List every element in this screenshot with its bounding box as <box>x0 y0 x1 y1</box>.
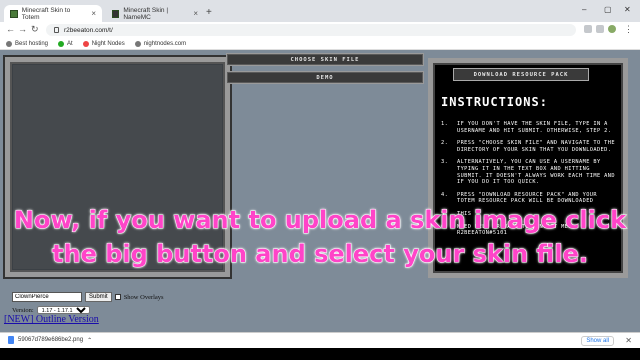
close-tab-icon[interactable]: × <box>91 9 96 18</box>
bookmark-label: Best hosting <box>15 40 49 47</box>
download-resource-pack-button[interactable]: DOWNLOAD RESOURCE PACK <box>453 68 589 81</box>
instruction-number: 3. <box>441 159 449 166</box>
close-download-bar-icon[interactable]: ✕ <box>625 336 632 345</box>
globe-icon <box>134 40 141 47</box>
bookmark-best-hosting[interactable]: Best hosting <box>6 40 49 47</box>
caption-line: the big button and select your skin file… <box>52 240 589 269</box>
instruction-number: 2. <box>441 140 449 147</box>
version-select[interactable]: 1.17 - 1.17.1 <box>36 306 90 314</box>
close-window-icon[interactable]: ✕ <box>624 5 631 14</box>
instruction-text: IF YOU DON'T HAVE THE SKIN FILE, TYPE IN… <box>457 121 612 134</box>
close-tab-icon[interactable]: × <box>193 9 198 18</box>
profile-avatar[interactable] <box>608 25 616 33</box>
address-bar[interactable]: r2beeaton.com/t/ <box>46 24 576 36</box>
video-caption: Now, if you want to upload a skin image … <box>0 203 640 271</box>
download-bar: 59067d789e686be2.png ⌃ Show all ✕ <box>0 332 640 348</box>
bookmark-nightnodes-com[interactable]: nightnodes.com <box>134 40 187 47</box>
bookmark-label: Night Nodes <box>91 40 125 47</box>
instruction-item: 3. ALTERNATIVELY, YOU CAN USE A USERNAME… <box>441 159 617 185</box>
show-overlays-checkbox[interactable] <box>114 294 121 300</box>
show-all-button[interactable]: Show all <box>581 336 614 346</box>
bookmark-night-nodes[interactable]: Night Nodes <box>82 40 125 47</box>
version-label: Version: <box>12 306 34 314</box>
instructions-title: INSTRUCTIONS: <box>441 95 548 109</box>
minecraft-favicon-icon <box>10 9 18 18</box>
globe-icon <box>82 40 89 47</box>
bookmarks-bar: Best hosting At Night Nodes nightnodes.c… <box>0 38 640 50</box>
tab-skin-to-totem[interactable]: Minecraft Skin to Totem × <box>4 5 102 22</box>
tab-namemc[interactable]: Minecraft Skin | NameMC × <box>106 5 204 22</box>
bookmark-label: nightnodes.com <box>143 40 187 47</box>
tab-strip: Minecraft Skin to Totem × Minecraft Skin… <box>0 0 640 22</box>
extensions-puzzle-icon[interactable] <box>596 25 604 33</box>
maximize-icon[interactable]: ▢ <box>604 5 612 14</box>
globe-icon <box>6 40 12 47</box>
show-overlays-label: Show Overlays <box>123 293 164 301</box>
tab-title: Minecraft Skin | NameMC <box>123 6 169 21</box>
instruction-number: 1. <box>441 121 449 127</box>
browser-toolbar: ← → ↻ r2beeaton.com/t/ ⋮ <box>0 22 640 38</box>
demo-button[interactable]: DEMO <box>226 71 424 84</box>
globe-icon <box>58 40 65 47</box>
file-icon <box>8 336 14 344</box>
outline-version-link[interactable]: [NEW] Outline Version <box>4 314 99 325</box>
instruction-text: PRESS "CHOOSE SKIN FILE" AND NAVIGATE TO… <box>457 140 615 153</box>
new-tab-icon[interactable]: + <box>206 7 212 18</box>
instruction-item: 2. PRESS "CHOOSE SKIN FILE" AND NAVIGATE… <box>441 140 617 153</box>
instruction-text: ALTERNATIVELY, YOU CAN USE A USERNAME BY… <box>457 159 615 186</box>
address-text: r2beeaton.com/t/ <box>64 26 113 34</box>
instruction-item: 1. IF YOU DON'T HAVE THE SKIN FILE, TYPE… <box>441 121 617 134</box>
download-filename: 59067d789e686be2.png <box>18 337 84 343</box>
lock-icon <box>54 27 59 33</box>
username-input[interactable] <box>12 292 82 302</box>
choose-skin-file-button[interactable]: CHOOSE SKIN FILE <box>226 53 424 66</box>
forward-icon[interactable]: → <box>18 24 27 34</box>
bookmark-label: At <box>67 40 73 47</box>
chevron-up-icon[interactable]: ⌃ <box>87 337 92 344</box>
back-icon[interactable]: ← <box>6 24 15 34</box>
submit-button[interactable]: Submit <box>85 292 112 302</box>
username-controls: Submit Show Overlays <box>12 292 164 302</box>
download-item[interactable]: 59067d789e686be2.png ⌃ <box>8 336 92 344</box>
tab-title: Minecraft Skin to Totem <box>21 6 71 21</box>
minimize-icon[interactable]: – <box>582 5 586 14</box>
caption-line: Now, if you want to upload a skin image … <box>13 206 627 235</box>
bookmark-at[interactable]: At <box>58 40 73 47</box>
version-row: Version: 1.17 - 1.17.1 <box>12 306 90 314</box>
namemc-favicon-icon <box>112 9 120 18</box>
page-content: CHOOSE SKIN FILE DEMO DOWNLOAD RESOURCE … <box>0 50 640 332</box>
extension-icon[interactable] <box>584 25 592 33</box>
reload-icon[interactable]: ↻ <box>31 24 39 35</box>
menu-kebab-icon[interactable]: ⋮ <box>624 24 633 35</box>
